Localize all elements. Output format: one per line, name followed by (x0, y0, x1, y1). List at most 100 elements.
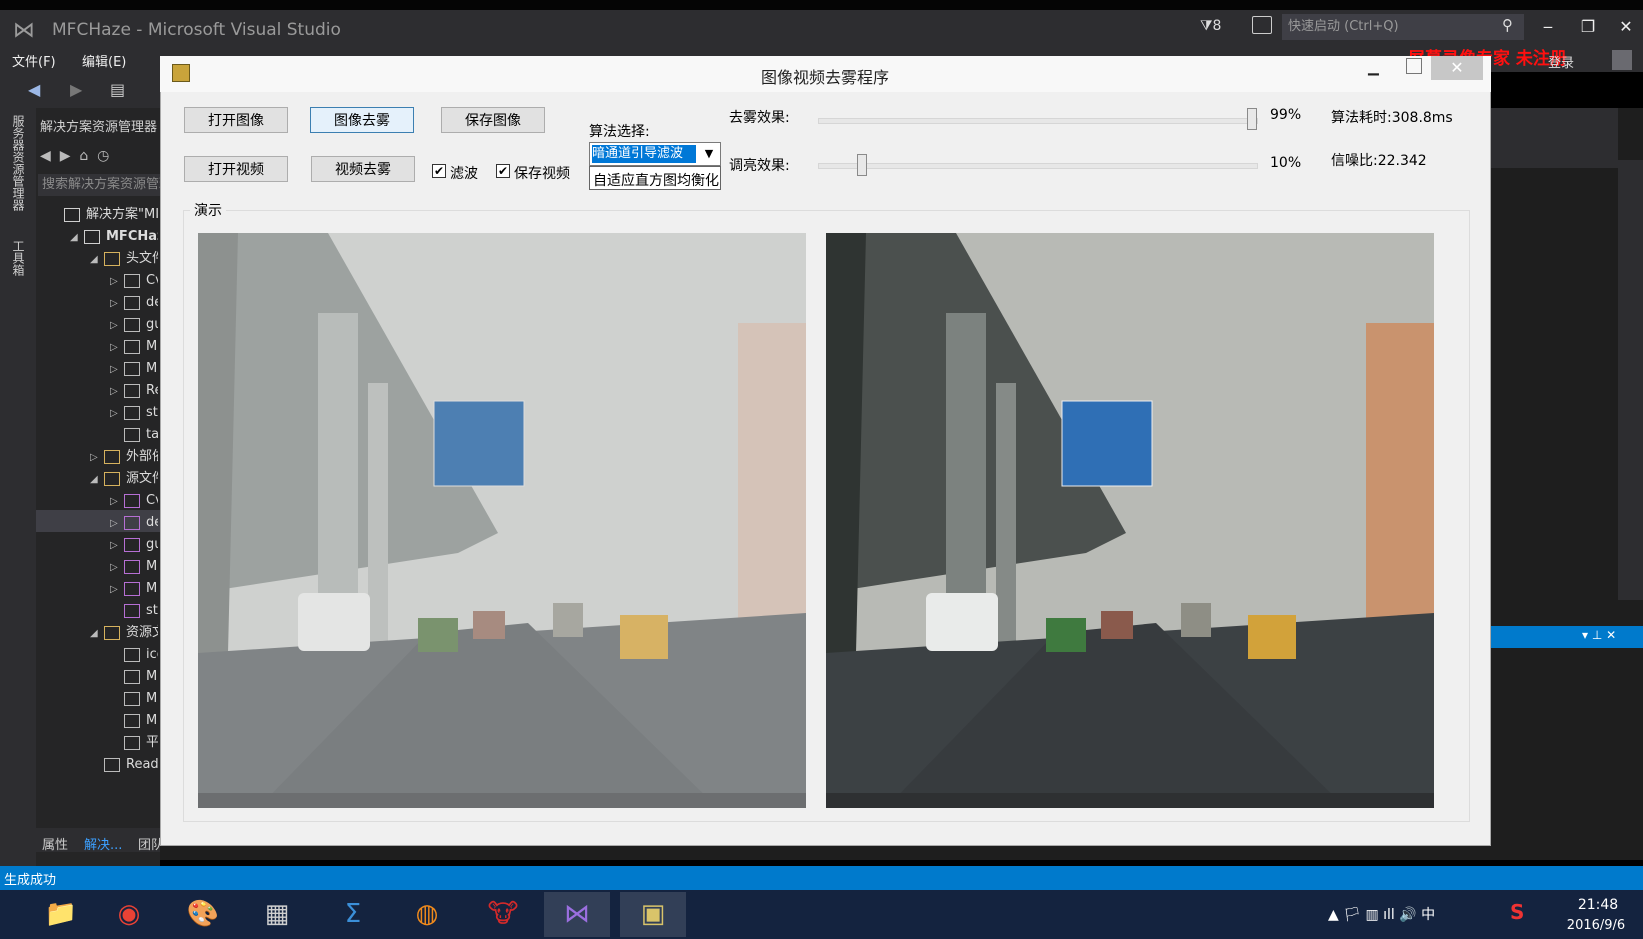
vs-close-button[interactable]: ✕ (1614, 16, 1638, 38)
filter-checkbox[interactable]: ✔ (432, 164, 446, 178)
forward-icon[interactable]: ▶ (60, 148, 71, 164)
expand-arrow-icon[interactable]: ◢ (70, 227, 84, 248)
expand-arrow-icon[interactable]: ▷ (110, 293, 124, 314)
tree-item[interactable]: ▷ Re (110, 380, 158, 402)
chevron-down-icon[interactable]: ▼ (700, 145, 718, 163)
firefox-icon[interactable]: ◍ (394, 892, 460, 937)
tree-item[interactable]: ▷ gu (110, 534, 158, 556)
tree-item[interactable]: ◢ MFCHaz (70, 226, 158, 248)
file-explorer-icon[interactable]: 📁 (28, 892, 94, 937)
system-tray[interactable]: ▲ 🏳 ▥ ıll 🔊 中 (1328, 904, 1435, 924)
tree-item[interactable]: ▷ Cv (110, 270, 158, 292)
tab-toolbox[interactable]: 工具箱 (10, 240, 27, 276)
expand-arrow-icon[interactable]: ▷ (110, 271, 124, 292)
dehaze-image-button[interactable]: 图像去雾 (310, 107, 414, 133)
vertical-scrollbar[interactable] (1618, 160, 1643, 600)
tree-item[interactable]: ico (110, 644, 158, 666)
expand-arrow-icon[interactable]: ▷ (110, 337, 124, 358)
solution-search-input[interactable]: 搜索解决方案资源管理 (38, 174, 160, 196)
tab-solution[interactable]: 解决... (84, 834, 122, 853)
notifications-flag[interactable]: ⧩8 (1200, 18, 1221, 34)
tree-item[interactable]: ▷ de (110, 512, 158, 534)
clock-date[interactable]: 2016/9/6 (1554, 918, 1638, 933)
expand-arrow-icon[interactable]: ▷ (110, 359, 124, 380)
open-video-button[interactable]: 打开视频 (184, 156, 288, 182)
tree-item-label: 头文件 (126, 251, 158, 266)
window-position-icon[interactable]: ▾ ⊥ ✕ (1582, 628, 1616, 642)
tree-item[interactable]: ▷ 外部依 (90, 446, 158, 468)
tree-item[interactable]: tar (110, 424, 158, 446)
quick-launch-input[interactable]: 快速启动 (Ctrl+Q) (1282, 14, 1524, 40)
sigma-app-icon[interactable]: Σ (320, 892, 386, 937)
home-icon[interactable]: ⌂ (79, 148, 88, 164)
dialog-close-button[interactable]: ✕ (1431, 56, 1483, 80)
tab-properties[interactable]: 属性 (42, 834, 68, 853)
expand-arrow-icon[interactable]: ▷ (110, 491, 124, 512)
feedback-icon[interactable] (1252, 16, 1272, 34)
expand-arrow-icon[interactable]: ▷ (110, 403, 124, 424)
tree-item[interactable]: ▷ M (110, 556, 158, 578)
save-video-checkbox[interactable]: ✔ (496, 164, 510, 178)
vs-minimize-button[interactable]: ‒ (1536, 16, 1560, 38)
avatar[interactable] (1612, 50, 1632, 70)
expand-arrow-icon[interactable]: ▷ (110, 535, 124, 556)
tree-item[interactable]: M (110, 666, 158, 688)
tree-item[interactable]: Read (90, 754, 158, 776)
tree-item[interactable]: ◢ 资源文 (90, 622, 158, 644)
expand-arrow-icon[interactable]: ▷ (110, 315, 124, 336)
expand-arrow-icon[interactable]: ◢ (90, 469, 104, 490)
expand-arrow-icon[interactable]: ▷ (110, 579, 124, 600)
tree-item[interactable]: M (110, 710, 158, 732)
save-image-button[interactable]: 保存图像 (441, 107, 545, 133)
dehaze-video-button[interactable]: 视频去雾 (311, 156, 415, 182)
tree-item[interactable]: stc (110, 600, 158, 622)
tree-item[interactable]: 平 (110, 732, 158, 754)
tab-server-explorer[interactable]: 服务器资源管理器 (10, 115, 27, 211)
visual-studio-icon[interactable]: ⋈ (544, 892, 610, 937)
expand-arrow-icon[interactable]: ▷ (110, 381, 124, 402)
expand-arrow-icon[interactable]: ▷ (110, 513, 124, 534)
dehaze-slider-thumb[interactable] (1246, 108, 1257, 130)
dehazed-image (826, 233, 1434, 808)
tree-item[interactable]: ▷ Cv (110, 490, 158, 512)
menu-file[interactable]: 文件(F) (12, 51, 56, 70)
tree-item[interactable]: ▷ M (110, 578, 158, 600)
bull-app-icon[interactable]: 🐮 (470, 892, 536, 937)
algorithm-option[interactable]: 自适应直方图均衡化 (593, 170, 719, 190)
tree-item[interactable]: ▷ gu (110, 314, 158, 336)
menu-edit[interactable]: 编辑(E) (82, 51, 126, 70)
expand-arrow-icon[interactable]: ◢ (90, 623, 104, 644)
brightness-slider-track[interactable] (818, 163, 1258, 169)
back-icon[interactable]: ◀ (28, 80, 40, 99)
expand-arrow-icon[interactable]: ▷ (90, 447, 104, 468)
calculator-icon[interactable]: ▦ (244, 892, 310, 937)
back-icon[interactable]: ◀ (40, 148, 51, 164)
tree-item[interactable]: M (110, 688, 158, 710)
tree-item[interactable]: ▷ M (110, 336, 158, 358)
dialog-minimize-button[interactable]: ▁ (1368, 60, 1379, 76)
vs-restore-button[interactable]: ❐ (1576, 16, 1600, 38)
forward-icon[interactable]: ▶ (70, 80, 82, 99)
tree-item[interactable]: 解决方案"MI (50, 204, 158, 226)
algorithm-selected-value[interactable]: 暗通道引导滤波 (592, 145, 696, 163)
tree-item[interactable]: ◢ 头文件 (90, 248, 158, 270)
dehaze-slider-track[interactable] (818, 118, 1258, 124)
brightness-slider-thumb[interactable] (856, 154, 867, 176)
tree-item[interactable]: ▷ stc (110, 402, 158, 424)
login-link[interactable]: 登录 (1548, 52, 1574, 71)
search-icon[interactable]: ⚲ (1502, 16, 1513, 34)
tree-item[interactable]: ◢ 源文件 (90, 468, 158, 490)
tree-item[interactable]: ▷ M (110, 358, 158, 380)
history-icon[interactable]: ◷ (97, 148, 109, 164)
expand-arrow-icon[interactable]: ▷ (110, 557, 124, 578)
new-project-icon[interactable]: ▤ (110, 80, 125, 99)
tree-item[interactable]: ▷ de (110, 292, 158, 314)
paint-icon[interactable]: 🎨 (170, 892, 236, 937)
clock-time[interactable]: 21:48 (1568, 897, 1628, 913)
expand-arrow-icon[interactable]: ◢ (90, 249, 104, 270)
mfchaze-app-icon[interactable]: ▣ (620, 892, 686, 937)
dialog-maximize-button[interactable] (1406, 58, 1422, 74)
open-image-button[interactable]: 打开图像 (184, 107, 288, 133)
chrome-icon[interactable]: ◉ (96, 892, 162, 937)
sogou-input-icon[interactable]: S (1510, 900, 1524, 924)
